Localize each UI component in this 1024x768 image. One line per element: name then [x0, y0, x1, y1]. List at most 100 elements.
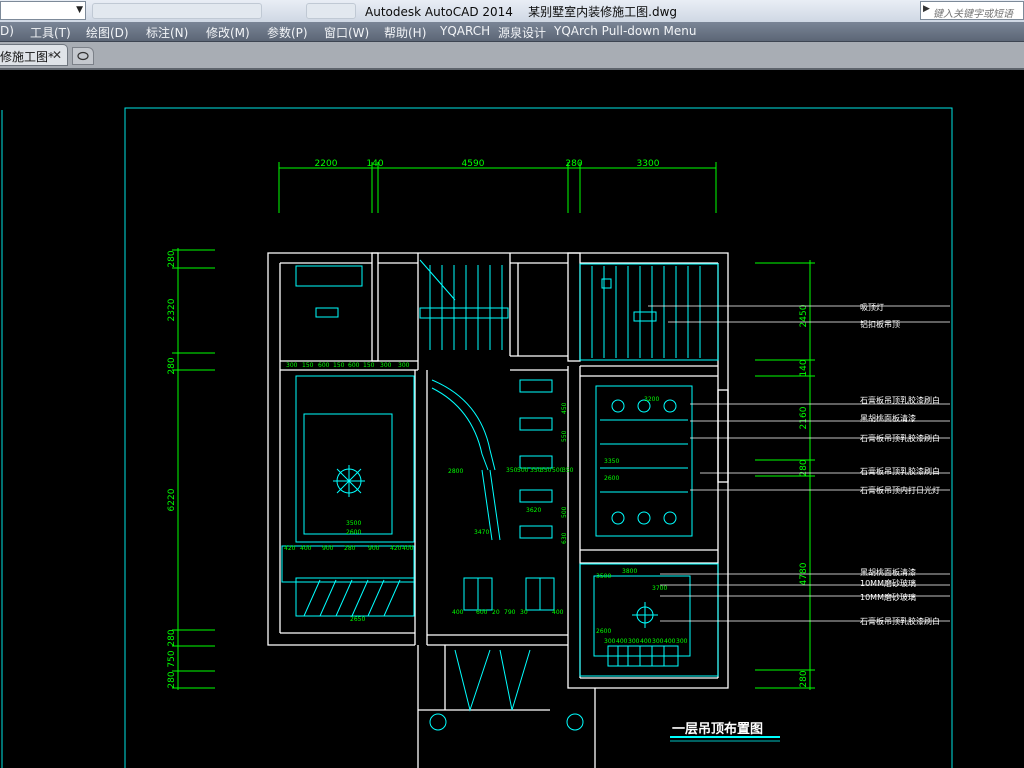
label-walnut-2: 黑胡桃面板清漆 — [860, 567, 916, 577]
menu-item-yuanquan[interactable]: 源泉设计 — [498, 24, 546, 41]
window-title: Autodesk AutoCAD 2014 某别墅室内装修施工图.dwg — [365, 5, 678, 19]
svg-text:3800: 3800 — [622, 568, 637, 575]
svg-text:2800: 2800 — [448, 468, 463, 475]
dim-text: 280 — [565, 159, 582, 169]
svg-text:300: 300 — [604, 638, 616, 645]
title-bar: ▼ Autodesk AutoCAD 2014 某别墅室内装修施工图.dwg ▶ — [0, 0, 1024, 23]
label-gypsum-2: 石膏板吊顶乳胶漆刷白 — [860, 433, 940, 443]
svg-text:500: 500 — [517, 467, 529, 474]
walls — [267, 252, 729, 768]
label-gypsum-3: 石膏板吊顶乳胶漆刷白 — [860, 466, 940, 476]
label-ceiling-lamp: 吸顶灯 — [860, 302, 884, 312]
chevron-right-icon[interactable]: ▶ — [923, 4, 930, 14]
svg-text:400: 400 — [452, 609, 464, 616]
svg-text:350: 350 — [540, 467, 552, 474]
menu-item-dimension[interactable]: 标注(N) — [146, 24, 188, 41]
dim-text: 140 — [366, 159, 383, 169]
dim-text: 140 — [799, 359, 809, 376]
label-gypsum-1: 石膏板吊顶乳胶漆刷白 — [860, 395, 940, 405]
label-gypsum-4: 石膏板吊顶乳胶漆刷白 — [860, 616, 940, 626]
svg-text:550: 550 — [561, 430, 568, 442]
svg-text:3500: 3500 — [596, 573, 611, 580]
label-aluminum-ceiling: 铝扣板吊顶 — [860, 319, 900, 329]
menu-item-window[interactable]: 窗口(W) — [324, 24, 369, 41]
svg-text:600: 600 — [476, 609, 488, 616]
svg-text:3470: 3470 — [474, 529, 489, 536]
svg-text:150: 150 — [363, 362, 375, 369]
svg-text:3350: 3350 — [604, 458, 619, 465]
menu-bar: D) 工具(T) 绘图(D) 标注(N) 修改(M) 参数(P) 窗口(W) 帮… — [0, 22, 1024, 42]
cad-drawing[interactable]: 2200 140 4590 280 3300 280 2320 280 6220… — [0, 70, 1024, 768]
svg-text:400: 400 — [664, 638, 676, 645]
svg-text:790: 790 — [504, 609, 516, 616]
search-input[interactable] — [933, 7, 1021, 22]
dim-text: 280 — [167, 250, 177, 267]
svg-text:2600: 2600 — [604, 475, 619, 482]
svg-text:3620: 3620 — [526, 507, 541, 514]
search-box[interactable]: ▶ — [920, 1, 1024, 22]
svg-text:400: 400 — [300, 545, 312, 552]
file-tab-label: 修施工图* — [0, 50, 55, 64]
svg-text:150: 150 — [302, 362, 314, 369]
svg-text:350: 350 — [562, 467, 574, 474]
svg-text:500: 500 — [561, 506, 568, 518]
svg-text:300: 300 — [652, 638, 664, 645]
svg-text:900: 900 — [322, 545, 334, 552]
menu-item-draw-partial[interactable]: D) — [0, 24, 14, 38]
menu-item-modify[interactable]: 修改(M) — [206, 24, 250, 41]
dim-text: 280 — [167, 671, 177, 688]
svg-text:350: 350 — [506, 467, 518, 474]
dim-text: 6220 — [167, 488, 177, 511]
svg-text:300: 300 — [286, 362, 298, 369]
svg-text:300: 300 — [628, 638, 640, 645]
close-icon[interactable]: ✕ — [52, 48, 62, 62]
quick-access-toolbar[interactable] — [306, 3, 356, 19]
file-tab-bar: 修施工图* ✕ — [0, 42, 1024, 70]
svg-text:2600: 2600 — [346, 529, 361, 536]
svg-text:280: 280 — [344, 545, 356, 552]
top-dimension-lines — [278, 162, 717, 213]
svg-text:3700: 3700 — [652, 585, 667, 592]
svg-text:630: 630 — [561, 532, 568, 544]
ceiling-fixtures — [281, 259, 719, 731]
svg-text:150: 150 — [333, 362, 345, 369]
label-walnut-1: 黑胡桃面板清漆 — [860, 413, 916, 423]
svg-text:420: 420 — [390, 545, 402, 552]
dim-text: 750 — [167, 650, 177, 667]
dim-text: 2160 — [799, 406, 809, 429]
chevron-down-icon: ▼ — [76, 5, 83, 15]
room-dimensions: 300 150 600 150 600 150 300 300 420 400 … — [284, 362, 688, 645]
new-tab-icon — [77, 51, 89, 61]
label-glass-1: 10MM磨砂玻璃 — [860, 578, 916, 588]
label-glass-2: 10MM磨砂玻璃 — [860, 592, 916, 602]
file-tab[interactable]: 修施工图* ✕ — [0, 44, 68, 66]
svg-text:420: 420 — [284, 545, 296, 552]
new-tab-button[interactable] — [72, 47, 94, 65]
svg-text:30: 30 — [520, 609, 528, 616]
dim-text: 4590 — [462, 159, 485, 169]
svg-text:400: 400 — [616, 638, 628, 645]
svg-text:600: 600 — [348, 362, 360, 369]
menu-item-yqarch[interactable]: YQARCH — [440, 24, 490, 38]
menu-item-tools[interactable]: 工具(T) — [30, 24, 71, 41]
svg-text:3200: 3200 — [644, 396, 659, 403]
menu-item-help[interactable]: 帮助(H) — [384, 24, 426, 41]
menu-item-draw[interactable]: 绘图(D) — [86, 24, 129, 41]
dim-text: 2200 — [315, 159, 338, 169]
material-labels: 吸顶灯 铝扣板吊顶 石膏板吊顶乳胶漆刷白 黑胡桃面板清漆 石膏板吊顶乳胶漆刷白 … — [860, 302, 940, 626]
menu-item-parametric[interactable]: 参数(P) — [267, 24, 308, 41]
quick-access-toolbar[interactable] — [92, 3, 262, 19]
svg-text:2650: 2650 — [350, 616, 365, 623]
dim-text: 3300 — [637, 159, 660, 169]
dim-text: 2450 — [799, 304, 809, 327]
svg-text:300: 300 — [676, 638, 688, 645]
svg-text:400: 400 — [402, 545, 414, 552]
left-dimension-lines — [172, 248, 215, 690]
svg-text:900: 900 — [368, 545, 380, 552]
workspace-dropdown[interactable]: ▼ — [0, 1, 86, 20]
dim-text: 280 — [799, 459, 809, 476]
drawing-canvas[interactable]: 2200 140 4590 280 3300 280 2320 280 6220… — [0, 70, 1024, 768]
drawing-title: 一层吊顶布置图 — [672, 721, 763, 737]
svg-text:300: 300 — [380, 362, 392, 369]
menu-item-yqarch-pulldown[interactable]: YQArch Pull-down Menu — [554, 24, 696, 38]
